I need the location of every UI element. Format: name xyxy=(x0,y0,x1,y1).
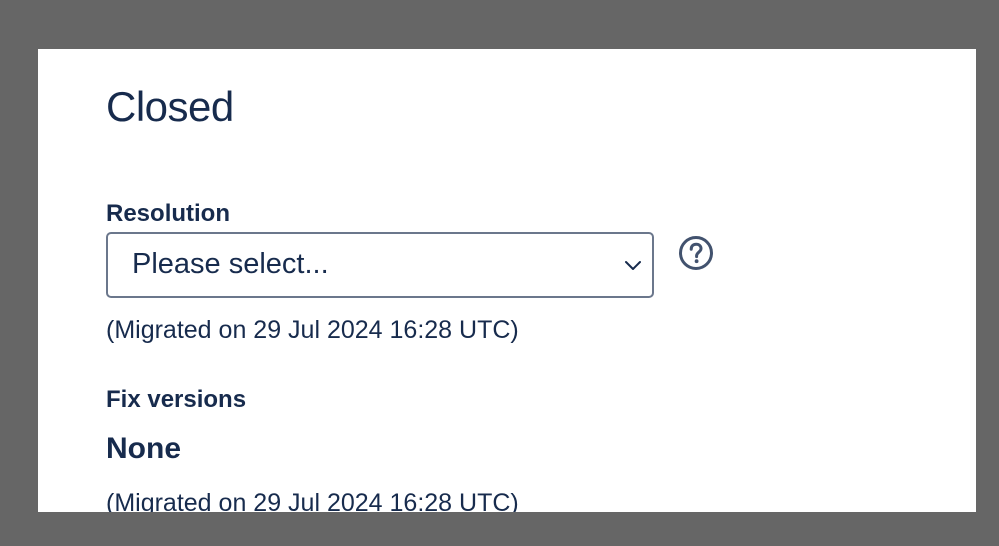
resolution-migration-note: (Migrated on 29 Jul 2024 16:28 UTC) xyxy=(106,316,519,344)
resolution-select-value: Please select... xyxy=(132,248,329,280)
resolution-select[interactable]: Please select... xyxy=(106,232,654,298)
dialog-content: Closed Resolution Please select... (Migr… xyxy=(106,49,976,512)
status-title: Closed xyxy=(106,83,234,130)
fix-versions-label: Fix versions xyxy=(106,386,247,413)
question-circle-icon[interactable] xyxy=(678,235,714,271)
chevron-down-icon xyxy=(625,261,641,270)
fix-versions-migration-note: (Migrated on 29 Jul 2024 16:28 UTC) xyxy=(106,489,519,512)
resolution-label: Resolution xyxy=(106,200,230,227)
fix-versions-value: None xyxy=(106,432,181,465)
transition-dialog: Closed Resolution Please select... (Migr… xyxy=(38,49,976,512)
